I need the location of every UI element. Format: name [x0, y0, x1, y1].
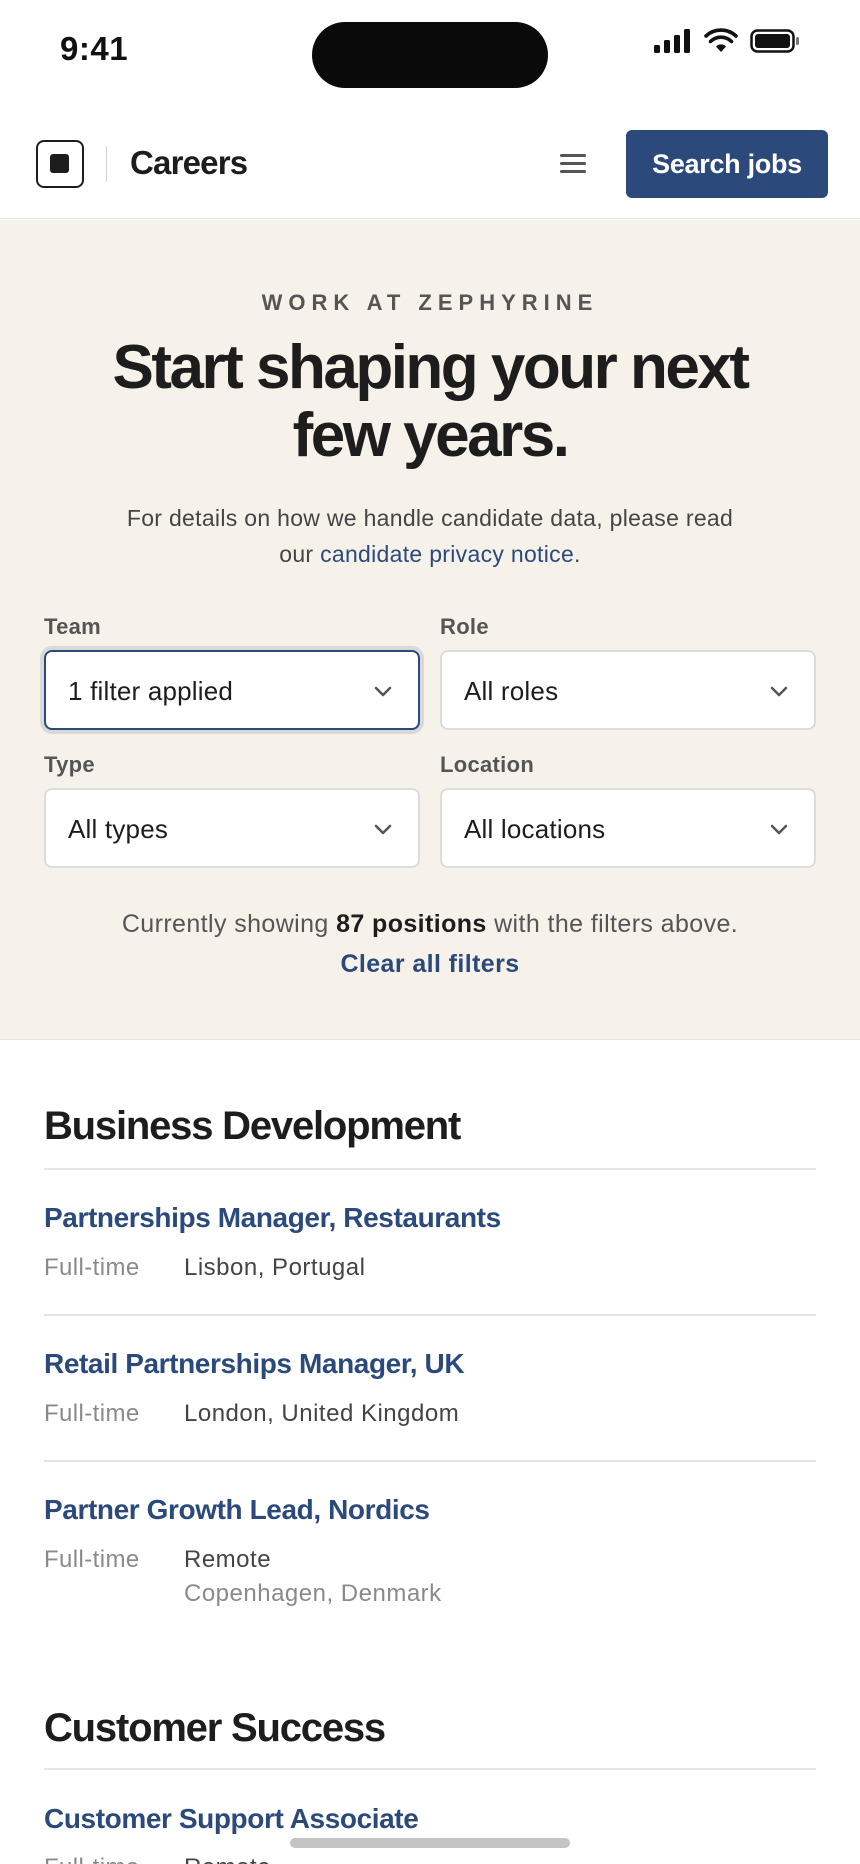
- battery-icon: [750, 29, 799, 53]
- role-filter-value: All roles: [464, 676, 559, 706]
- status-bar: 9:41: [0, 0, 860, 100]
- results-prefix: Currently showing: [121, 910, 337, 938]
- search-jobs-button[interactable]: Search jobs: [626, 130, 828, 198]
- clear-filters-link[interactable]: Clear all filters: [340, 950, 519, 978]
- nav-title[interactable]: Careers: [130, 144, 248, 182]
- status-time: 9:41: [60, 30, 129, 67]
- team-filter-label: Team: [44, 614, 102, 639]
- logo-icon[interactable]: [36, 140, 84, 188]
- job-location-secondary: Copenhagen, Denmark: [184, 1580, 442, 1607]
- job-type: Full-time: [44, 1546, 140, 1573]
- role-filter-select[interactable]: All roles: [440, 650, 816, 730]
- section-title: Business Development: [44, 1104, 461, 1148]
- job-location: London, United Kingdom: [184, 1400, 460, 1427]
- results-summary: Currently showing 87 positions with the …: [100, 904, 760, 984]
- location-filter-label: Location: [440, 752, 535, 777]
- chevron-down-icon: [374, 686, 392, 697]
- location-filter-select[interactable]: All locations: [440, 788, 816, 868]
- hero-section: WORK AT ZEPHYRINE Start shaping your nex…: [0, 220, 860, 1040]
- hero-desc-suffix: .: [574, 541, 581, 567]
- job-title-link[interactable]: Customer Support Associate: [44, 1803, 419, 1835]
- job-location: Lisbon, Portugal: [184, 1254, 366, 1281]
- job-type: Full-time: [44, 1400, 140, 1427]
- chevron-down-icon: [770, 686, 788, 697]
- signal-icon: [654, 29, 690, 53]
- type-filter-value: All types: [68, 814, 169, 844]
- type-filter-label: Type: [44, 752, 95, 777]
- team-filter-value: 1 filter applied: [68, 676, 234, 706]
- section-title: Customer Success: [44, 1706, 386, 1750]
- hero-description: For details on how we handle candidate d…: [110, 500, 750, 572]
- divider: [44, 1460, 816, 1462]
- divider: [44, 1314, 816, 1316]
- chevron-down-icon: [374, 824, 392, 835]
- job-title-link[interactable]: Partner Growth Lead, Nordics: [44, 1494, 430, 1526]
- wifi-icon: [704, 28, 738, 52]
- role-filter-label: Role: [440, 614, 489, 639]
- job-location: Remote: [184, 1546, 272, 1573]
- nav-divider: [106, 146, 107, 182]
- job-title-link[interactable]: Retail Partnerships Manager, UK: [44, 1348, 465, 1380]
- hero-eyebrow: WORK AT ZEPHYRINE: [261, 290, 599, 315]
- privacy-notice-link[interactable]: candidate privacy notice: [320, 541, 574, 567]
- dynamic-island: [312, 22, 548, 88]
- home-indicator: [290, 1838, 570, 1848]
- status-icons: [654, 28, 800, 54]
- team-filter-select[interactable]: 1 filter applied: [44, 650, 420, 730]
- job-type: Full-time: [44, 1254, 140, 1281]
- type-filter-select[interactable]: All types: [44, 788, 420, 868]
- results-count: 87 positions: [336, 910, 487, 938]
- chevron-down-icon: [770, 824, 788, 835]
- job-title-link[interactable]: Partnerships Manager, Restaurants: [44, 1202, 501, 1234]
- results-suffix: with the filters above.: [486, 910, 739, 938]
- menu-icon[interactable]: [560, 148, 594, 178]
- divider: [44, 1768, 816, 1770]
- job-location: Remote: [184, 1854, 271, 1864]
- divider: [44, 1168, 816, 1170]
- hero-title: Start shaping your next few years.: [112, 333, 750, 470]
- location-filter-value: All locations: [464, 814, 606, 844]
- job-type: Full-time: [44, 1854, 140, 1864]
- site-header: Careers Search jobs: [0, 100, 860, 219]
